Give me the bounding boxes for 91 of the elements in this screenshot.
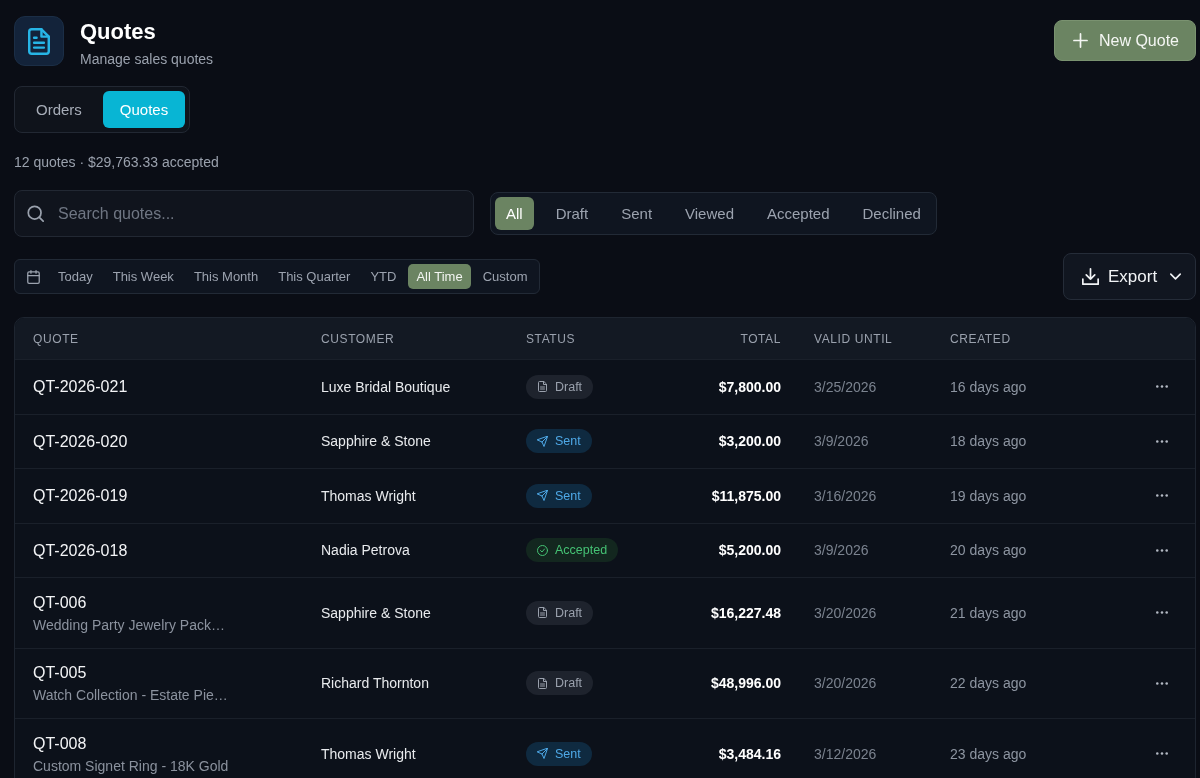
status-label: Draft — [555, 379, 583, 394]
search-field[interactable]: Search quotes... — [14, 190, 474, 237]
status-label: Accepted — [555, 543, 608, 558]
plus-icon — [1072, 33, 1088, 48]
send-icon — [537, 435, 548, 447]
created-time: 16 days ago — [950, 378, 1027, 395]
document-icon — [537, 381, 548, 393]
customer-name: Sapphire & Stone — [321, 604, 431, 621]
status-label: Sent — [555, 434, 581, 449]
date-range-option[interactable]: This Week — [104, 264, 182, 289]
quote-number: QT-2026-018 — [33, 540, 128, 560]
created-time: 18 days ago — [950, 433, 1027, 450]
more-icon — [1156, 681, 1168, 685]
page-subtitle: Manage sales quotes — [80, 51, 214, 68]
status-filter[interactable]: Sent — [610, 197, 664, 230]
quotes-summary: 12 quotes · $29,763.33 accepted — [14, 154, 219, 171]
date-range-option[interactable]: This Month — [185, 264, 267, 289]
valid-until-date: 3/9/2026 — [814, 542, 869, 559]
more-icon — [1156, 439, 1168, 443]
status-label: Sent — [555, 488, 581, 503]
more-icon — [1156, 611, 1168, 615]
date-range-option[interactable]: Today — [50, 264, 101, 289]
document-icon — [537, 677, 548, 689]
more-icon — [1156, 494, 1168, 498]
quote-number: QT-006 — [33, 592, 87, 612]
status-filter[interactable]: Draft — [544, 197, 600, 230]
customer-name: Nadia Petrova — [321, 542, 410, 559]
status-filter[interactable]: Accepted — [756, 197, 841, 230]
status-filter[interactable]: Declined — [851, 197, 932, 230]
quote-number: QT-005 — [33, 663, 87, 683]
quote-total: $11,875.00 — [711, 487, 781, 504]
column-header: QUOTE — [33, 331, 79, 346]
send-icon — [537, 490, 548, 502]
download-icon — [1082, 268, 1099, 285]
valid-until-date: 3/20/2026 — [814, 675, 877, 692]
date-range-option[interactable]: YTD — [362, 264, 405, 289]
created-time: 22 days ago — [950, 675, 1027, 692]
quote-total: $16,227.48 — [710, 604, 781, 621]
created-time: 23 days ago — [950, 745, 1027, 762]
date-range-option[interactable]: Custom — [474, 264, 536, 289]
status-label: Draft — [555, 676, 583, 691]
column-header: VALID UNTIL — [814, 331, 893, 346]
status-filter[interactable]: All — [495, 197, 534, 230]
new-quote-button[interactable]: New Quote — [1053, 20, 1196, 61]
status-label: Draft — [555, 605, 583, 620]
quote-description: Watch Collection - Estate Pie… — [33, 687, 228, 704]
more-icon — [1156, 385, 1168, 389]
document-icon — [14, 16, 64, 66]
calendar-icon — [27, 269, 40, 284]
date-range-option[interactable]: This Quarter — [270, 264, 359, 289]
customer-name: Sapphire & Stone — [321, 433, 431, 450]
column-header: TOTAL — [740, 331, 781, 346]
quote-description: Wedding Party Jewelry Pack… — [33, 616, 225, 633]
status-label: Sent — [555, 746, 581, 761]
created-time: 19 days ago — [950, 487, 1027, 504]
search-icon — [27, 205, 44, 222]
view-tab[interactable]: Orders — [19, 91, 99, 128]
quote-total: $3,484.16 — [718, 745, 781, 762]
status-filter[interactable]: Viewed — [674, 197, 745, 230]
send-icon — [537, 748, 548, 760]
customer-name: Thomas Wright — [321, 745, 416, 762]
valid-until-date: 3/9/2026 — [814, 433, 869, 450]
valid-until-date: 3/20/2026 — [814, 604, 877, 621]
page-title: Quotes — [80, 19, 156, 45]
more-icon — [1156, 752, 1168, 756]
quote-total: $7,800.00 — [718, 378, 781, 395]
customer-name: Richard Thornton — [321, 675, 429, 692]
more-icon — [1156, 548, 1168, 552]
quote-total: $5,200.00 — [718, 542, 781, 559]
created-time: 20 days ago — [950, 542, 1027, 559]
valid-until-date: 3/16/2026 — [814, 487, 877, 504]
customer-name: Thomas Wright — [321, 487, 416, 504]
chevron-down-icon — [1170, 271, 1182, 282]
column-header: CUSTOMER — [321, 331, 395, 346]
quote-number: QT-008 — [33, 733, 87, 753]
export-button[interactable]: Export — [1063, 253, 1196, 300]
quote-number: QT-2026-020 — [33, 431, 128, 451]
customer-name: Luxe Bridal Boutique — [321, 378, 451, 395]
column-header: CREATED — [950, 331, 1011, 346]
valid-until-date: 3/25/2026 — [814, 378, 877, 395]
quote-total: $3,200.00 — [718, 433, 781, 450]
quote-number: QT-2026-019 — [33, 486, 128, 506]
created-time: 21 days ago — [950, 604, 1027, 621]
column-header: STATUS — [526, 331, 576, 346]
valid-until-date: 3/12/2026 — [814, 745, 877, 762]
quote-number: QT-2026-021 — [33, 377, 128, 397]
quote-total: $48,996.00 — [710, 675, 781, 692]
check-circle-icon — [537, 544, 548, 556]
quote-description: Custom Signet Ring - 18K Gold — [33, 757, 229, 774]
date-range-option[interactable]: All Time — [408, 264, 471, 289]
document-icon — [537, 607, 548, 619]
